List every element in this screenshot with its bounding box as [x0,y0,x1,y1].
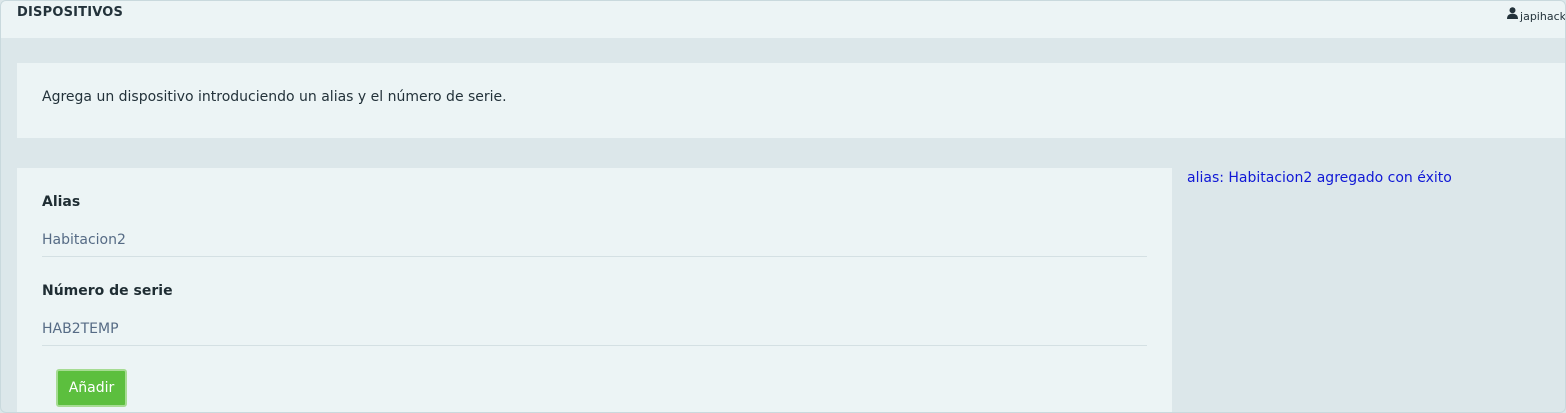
success-message: alias: Habitacion2 agregado con éxito [1187,170,1452,186]
user-icon [1507,7,1519,19]
page-title: DISPOSITIVOS [17,5,124,20]
serial-number-label: Número de serie [42,283,173,299]
alias-label: Alias [42,194,81,210]
add-button[interactable]: Añadir [56,369,127,407]
app-frame: DISPOSITIVOS japihack Agrega un disposit… [0,0,1566,413]
intro-card: Agrega un dispositivo introduciendo un a… [17,63,1565,138]
alias-input[interactable] [42,223,1147,257]
add-device-form: Alias Número de serie Añadir [17,168,1172,412]
serial-number-input[interactable] [42,312,1147,346]
top-bar: DISPOSITIVOS japihack [1,1,1566,38]
user-name: japihack [1520,10,1566,23]
intro-text: Agrega un dispositivo introduciendo un a… [42,89,507,105]
user-menu[interactable]: japihack [1507,7,1566,23]
